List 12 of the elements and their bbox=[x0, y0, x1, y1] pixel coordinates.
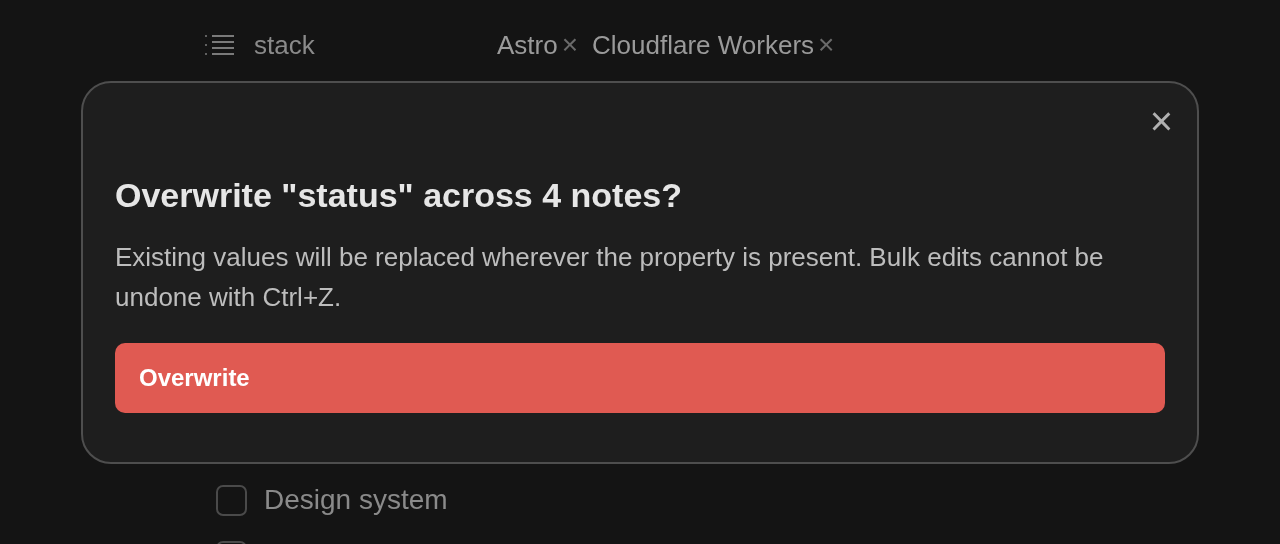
remove-tag-button[interactable]: × bbox=[818, 31, 835, 59]
task-label: Design system bbox=[264, 483, 448, 517]
property-name: stack bbox=[254, 28, 316, 62]
checkbox[interactable] bbox=[216, 484, 247, 516]
close-button[interactable]: × bbox=[1149, 101, 1173, 141]
list-icon bbox=[204, 33, 234, 57]
tag-label: Cloudflare Workers bbox=[592, 28, 815, 62]
dialog-message: Existing values will be replaced wherever the property is present. Bulk edits cannot be undone with Ctrl+Z. bbox=[115, 241, 1105, 314]
overwrite-button[interactable]: Overwrite bbox=[115, 343, 1165, 413]
remove-tag-button[interactable]: × bbox=[561, 31, 579, 59]
dialog-title: Overwrite "status" across 4 notes? bbox=[115, 175, 683, 216]
tag-label: Astro bbox=[497, 28, 558, 62]
